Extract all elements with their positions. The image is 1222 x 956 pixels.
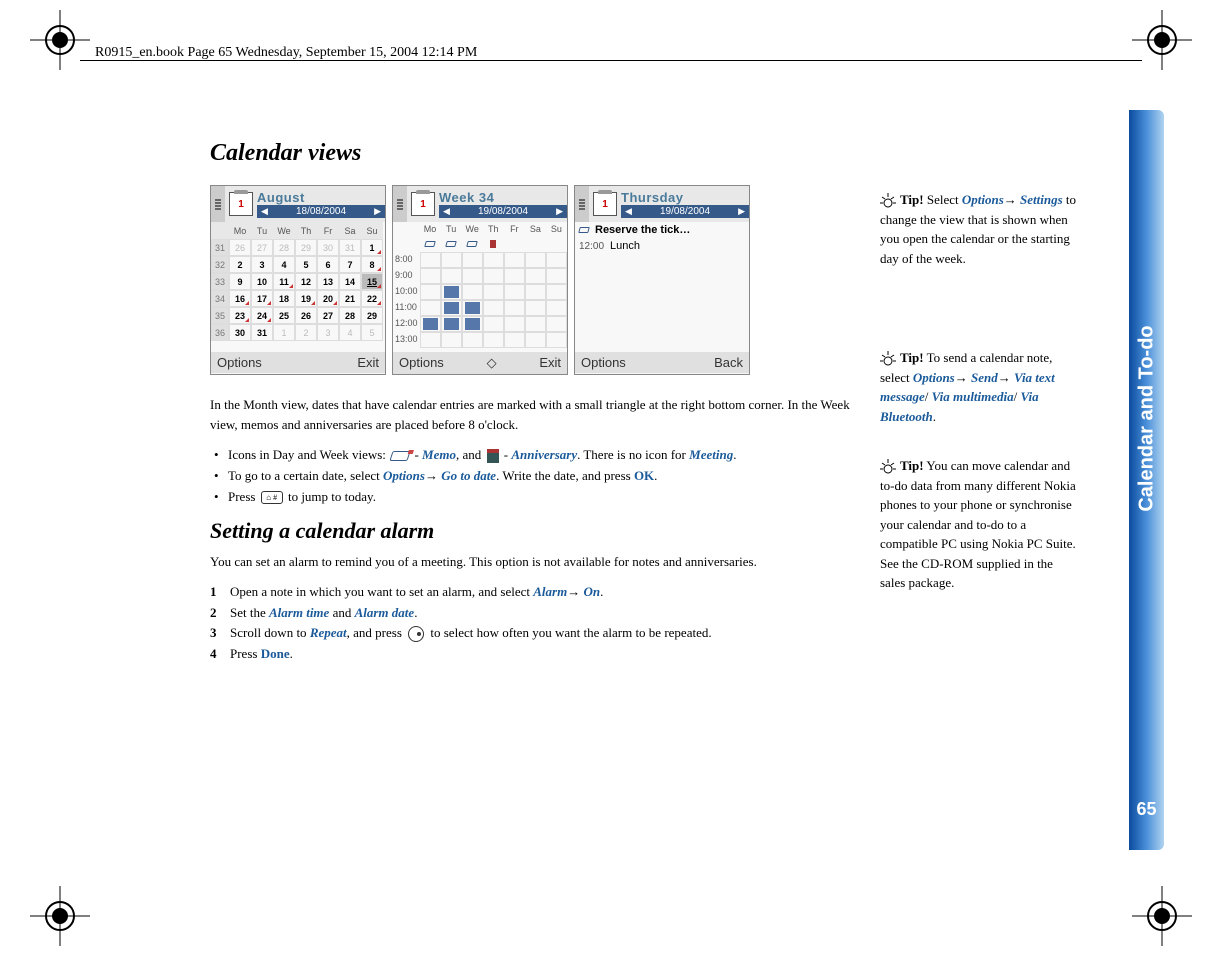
month-title: August: [257, 190, 385, 205]
side-tab-label: Calendar and To-do: [1135, 325, 1158, 511]
nav-right-icon: ▶: [738, 206, 745, 217]
softkey-right: Exit: [539, 355, 561, 371]
memo-icon: [390, 451, 411, 461]
nav-icon: ◇: [487, 355, 497, 371]
tip-block: Tip! Select Options→ Settings to change …: [880, 190, 1080, 268]
crop-mark: [30, 10, 90, 70]
day-view-screenshot: 1 Thursday ◀ 19/08/2004 ▶ Reserve the tick…: [574, 185, 750, 375]
week-title: Week 34: [439, 190, 567, 205]
day-title: Thursday: [621, 190, 749, 205]
softkey-right: Exit: [357, 355, 379, 370]
page-header: R0915_en.book Page 65 Wednesday, Septemb…: [95, 45, 477, 61]
calendar-icon: 1: [593, 192, 617, 216]
tip-icon: [880, 193, 896, 209]
day-date: 19/08/2004: [660, 206, 710, 217]
tip-block: Tip! To send a calendar note, select Opt…: [880, 348, 1080, 426]
tip-icon: [880, 351, 896, 367]
nav-left-icon: ◀: [443, 206, 450, 217]
month-date: 18/08/2004: [296, 206, 346, 217]
signal-icon: [575, 186, 589, 222]
signal-icon: [211, 186, 225, 222]
nav-left-icon: ◀: [261, 206, 268, 217]
softkey-left: Options: [217, 355, 262, 370]
softkey-left: Options: [581, 355, 626, 370]
bullet-item: Icons in Day and Week views: - Memo, and…: [210, 445, 850, 466]
calendar-icon: 1: [229, 192, 253, 216]
section-title: Calendar views: [210, 140, 850, 167]
paragraph: In the Month view, dates that have calen…: [210, 395, 850, 435]
subsection-title: Setting a calendar alarm: [210, 518, 850, 544]
side-tab: Calendar and To-do 65: [1129, 110, 1164, 850]
day-entry-reserve: Reserve the tick…: [595, 224, 690, 236]
crop-mark: [1132, 886, 1192, 946]
signal-icon: [393, 186, 407, 222]
step-item: 2Set the Alarm time and Alarm date.: [210, 603, 850, 624]
softkey-right: Back: [714, 355, 743, 370]
bullet-item: To go to a certain date, select Options→…: [210, 466, 850, 487]
hash-key-icon: ⌂ #: [261, 491, 283, 504]
step-item: 4Press Done.: [210, 644, 850, 665]
bullet-item: Press ⌂ # to jump to today.: [210, 487, 850, 508]
week-view-screenshot: 1 Week 34 ◀19/08/2004▶ 8:009:0010:0011:0…: [392, 185, 568, 375]
screenshot-row: 1 August ◀18/08/2004▶ MoTuWeThFrSaSu3126…: [210, 185, 850, 375]
month-view-screenshot: 1 August ◀18/08/2004▶ MoTuWeThFrSaSu3126…: [210, 185, 386, 375]
step-item: 1Open a note in which you want to set an…: [210, 582, 850, 603]
nav-right-icon: ▶: [374, 206, 381, 217]
tip-icon: [880, 459, 896, 475]
nav-left-icon: ◀: [625, 206, 632, 217]
page-number: 65: [1136, 799, 1156, 820]
day-entry-text: Lunch: [610, 240, 640, 252]
paragraph: You can set an alarm to remind you of a …: [210, 552, 850, 572]
anniversary-icon: [487, 449, 499, 463]
tip-block: Tip! You can move calendar and to-do dat…: [880, 456, 1080, 593]
week-date: 19/08/2004: [478, 206, 528, 217]
calendar-icon: 1: [411, 192, 435, 216]
step-item: 3Scroll down to Repeat, and press to sel…: [210, 623, 850, 644]
day-entry-time: 12:00: [579, 241, 604, 252]
crop-mark: [30, 886, 90, 946]
softkey-left: Options: [399, 355, 444, 371]
joystick-icon: [408, 626, 424, 642]
crop-mark: [1132, 10, 1192, 70]
nav-right-icon: ▶: [556, 206, 563, 217]
memo-icon: [578, 227, 590, 233]
